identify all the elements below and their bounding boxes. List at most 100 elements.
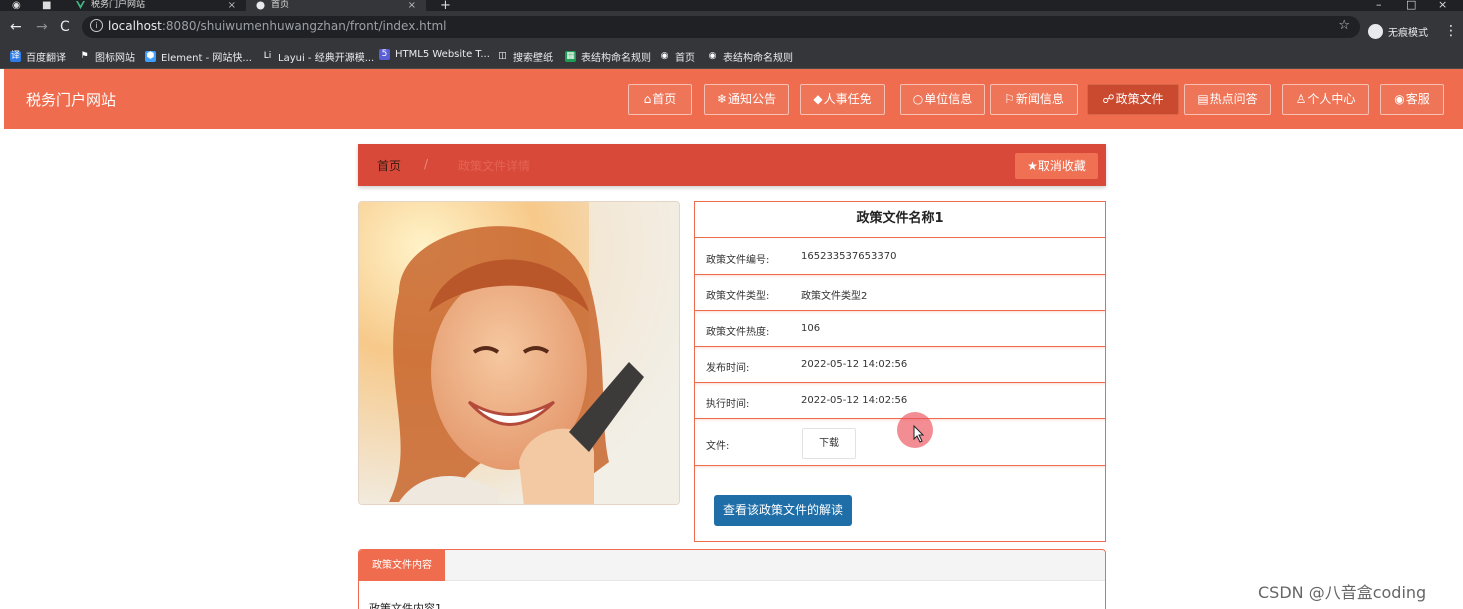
nav-label: 政策文件 bbox=[1115, 92, 1164, 106]
bookmark-item[interactable]: 5 HTML5 Website T... bbox=[379, 49, 490, 60]
nav-label: 人事任免 bbox=[823, 92, 872, 106]
window-close-icon[interactable]: × bbox=[1438, 0, 1447, 11]
bookmarks-bar: 译百度翻译 ⚑ 图标网站 ⬢ Element - 网站快... Li Layui - 经典开… bbox=[0, 43, 1463, 69]
detail-row-publish-time: 发布时间: 2022-05-12 14:02:56 bbox=[695, 347, 1105, 383]
detail-row-popularity: 政策文件热度: 106 bbox=[695, 311, 1105, 347]
nav-appointments-button[interactable]: ◆人事任免 bbox=[800, 84, 885, 115]
nav-policies-icon: ☍ bbox=[1102, 92, 1115, 106]
site-info-icon[interactable]: i bbox=[90, 19, 103, 32]
tab-close-icon[interactable]: × bbox=[408, 0, 416, 11]
bookmark-item[interactable]: ▦ 表结构命名规则 bbox=[565, 49, 651, 64]
detail-label: 文件: bbox=[706, 441, 730, 452]
policy-content-panel: 政策文件内容 政策文件内容1 bbox=[358, 549, 1106, 609]
bookmark-label: HTML5 Website T... bbox=[395, 49, 490, 60]
browser-toolbar: ← → C i localhost:8080/shuiwumenhuwangzh… bbox=[0, 11, 1463, 43]
bookmark-item[interactable]: ◉ 首页 bbox=[659, 49, 695, 64]
bookmark-label: 搜索壁纸 bbox=[513, 53, 553, 64]
bookmark-item[interactable]: ◉ 表结构命名规则 bbox=[707, 49, 793, 64]
nav-hot-qa-icon: ▤ bbox=[1197, 92, 1209, 106]
browser-menu-icon[interactable]: ⋮ bbox=[1444, 23, 1458, 39]
address-bar[interactable]: i localhost:8080/shuiwumenhuwangzhan/fro… bbox=[82, 16, 1360, 38]
nav-policies-button[interactable]: ☍政策文件 bbox=[1087, 84, 1179, 115]
breadcrumb-home-link[interactable]: 首页 bbox=[377, 157, 401, 174]
reload-icon[interactable]: C bbox=[60, 18, 70, 36]
nav-label: 单位信息 bbox=[924, 92, 973, 106]
bookmark-label: Layui - 经典开源模... bbox=[278, 53, 375, 64]
tab-policy-content[interactable]: 政策文件内容 bbox=[359, 550, 445, 581]
download-button[interactable]: 下载 bbox=[802, 428, 856, 459]
detail-label: 发布时间: bbox=[706, 363, 750, 374]
detail-value: 政策文件类型2 bbox=[801, 291, 868, 302]
nav-home-icon: ⌂ bbox=[643, 92, 652, 106]
detail-label: 执行时间: bbox=[706, 399, 750, 410]
forward-icon[interactable]: → bbox=[36, 18, 48, 36]
window-icon[interactable]: ■ bbox=[42, 0, 51, 11]
detail-value: 2022-05-12 14:02:56 bbox=[801, 359, 908, 370]
browser-tab-inactive[interactable]: 税务门户网站 × bbox=[66, 0, 246, 11]
site-header: 税务门户网站 ⌂首页 ❄通知公告 ◆人事任免 ○单位信息 ⚐新闻信息 ☍政策文件 ▤热点问答… bbox=[4, 69, 1463, 129]
vue-icon bbox=[76, 1, 85, 10]
incognito-indicator[interactable]: 无痕模式 bbox=[1368, 24, 1428, 39]
nav-profile-icon: ♙ bbox=[1295, 92, 1307, 106]
detail-row-number: 政策文件编号: 165233537653370 bbox=[695, 239, 1105, 275]
view-interpretation-button[interactable]: 查看该政策文件的解读 bbox=[714, 495, 852, 526]
site-title: 税务门户网站 bbox=[26, 91, 117, 109]
nav-home-button[interactable]: ⌂首页 bbox=[628, 84, 692, 115]
screen: ◉ ■ 税务门户网站 × 首页 × + – □ × ← → C i localh… bbox=[0, 0, 1463, 609]
bookmark-item[interactable]: ◫ 搜索壁纸 bbox=[497, 49, 553, 64]
globe-icon bbox=[256, 1, 265, 10]
nav-label: 通知公告 bbox=[728, 92, 777, 106]
chrome-icon[interactable]: ◉ bbox=[12, 0, 21, 11]
globe-icon: ◉ bbox=[707, 51, 718, 62]
flag-icon: ⚑ bbox=[79, 51, 90, 62]
unfavorite-button[interactable]: ★取消收藏 bbox=[1015, 153, 1098, 179]
url-text: localhost:8080/shuiwumenhuwangzhan/front… bbox=[108, 19, 447, 33]
detail-label: 政策文件热度: bbox=[706, 327, 770, 338]
nav-units-icon: ○ bbox=[912, 92, 924, 106]
minimize-icon[interactable]: – bbox=[1376, 0, 1382, 11]
translate-icon: 译 bbox=[10, 51, 21, 62]
detail-value: 2022-05-12 14:02:56 bbox=[801, 395, 908, 406]
tab-close-icon[interactable]: × bbox=[228, 0, 236, 11]
browser-tab-active[interactable]: 首页 × bbox=[246, 0, 426, 11]
nav-units-button[interactable]: ○单位信息 bbox=[900, 84, 985, 115]
nav-profile-button[interactable]: ♙个人中心 bbox=[1282, 84, 1369, 115]
watermark: CSDN @八音盒coding bbox=[1258, 583, 1427, 602]
nav-hot-qa-button[interactable]: ▤热点问答 bbox=[1184, 84, 1271, 115]
nav-label: 新闻信息 bbox=[1015, 92, 1064, 106]
detail-label: 政策文件类型: bbox=[706, 291, 770, 302]
back-icon[interactable]: ← bbox=[10, 18, 22, 36]
policy-content-body: 政策文件内容1 bbox=[369, 602, 442, 609]
nav-news-button[interactable]: ⚐新闻信息 bbox=[990, 84, 1078, 115]
nav-notices-icon: ❄ bbox=[716, 92, 728, 106]
policy-image bbox=[358, 201, 680, 505]
bookmark-item[interactable]: Li Layui - 经典开源模... bbox=[262, 49, 374, 64]
bookmark-label: 表结构命名规则 bbox=[581, 53, 651, 64]
bookmark-label: 表结构命名规则 bbox=[723, 53, 793, 64]
bookmark-item[interactable]: 译百度翻译 bbox=[10, 49, 66, 64]
browser-tab-strip: ◉ ■ 税务门户网站 × 首页 × + – □ × bbox=[0, 0, 1463, 13]
bookmark-item[interactable]: ⚑ 图标网站 bbox=[79, 49, 135, 64]
unfavorite-label: 取消收藏 bbox=[1037, 159, 1086, 173]
sheet-icon: ▦ bbox=[565, 51, 576, 62]
policy-title: 政策文件名称1 bbox=[695, 202, 1105, 238]
mouse-cursor-icon bbox=[913, 425, 925, 443]
incognito-label: 无痕模式 bbox=[1388, 28, 1428, 39]
nav-label: 首页 bbox=[652, 92, 677, 106]
element-icon: ⬢ bbox=[145, 51, 156, 62]
detail-value: 165233537653370 bbox=[801, 251, 897, 262]
breadcrumb-current: 政策文件详情 bbox=[458, 159, 531, 173]
nav-label: 客服 bbox=[1405, 92, 1430, 106]
breadcrumb: 首页 / 政策文件详情 ★取消收藏 bbox=[358, 144, 1106, 186]
detail-row-effective-time: 执行时间: 2022-05-12 14:02:56 bbox=[695, 383, 1105, 419]
nav-appointments-icon: ◆ bbox=[813, 92, 823, 106]
bookmark-label: 图标网站 bbox=[95, 53, 135, 64]
bookmark-label: 百度翻译 bbox=[26, 53, 66, 64]
bookmark-item[interactable]: ⬢ Element - 网站快... bbox=[145, 49, 252, 64]
maximize-icon[interactable]: □ bbox=[1406, 0, 1416, 11]
wallpaper-icon: ◫ bbox=[497, 51, 508, 62]
nav-support-button[interactable]: ◉客服 bbox=[1380, 84, 1444, 115]
nav-notices-button[interactable]: ❄通知公告 bbox=[704, 84, 789, 115]
bookmark-star-icon[interactable]: ☆ bbox=[1338, 18, 1350, 33]
html5-icon: 5 bbox=[379, 49, 390, 60]
